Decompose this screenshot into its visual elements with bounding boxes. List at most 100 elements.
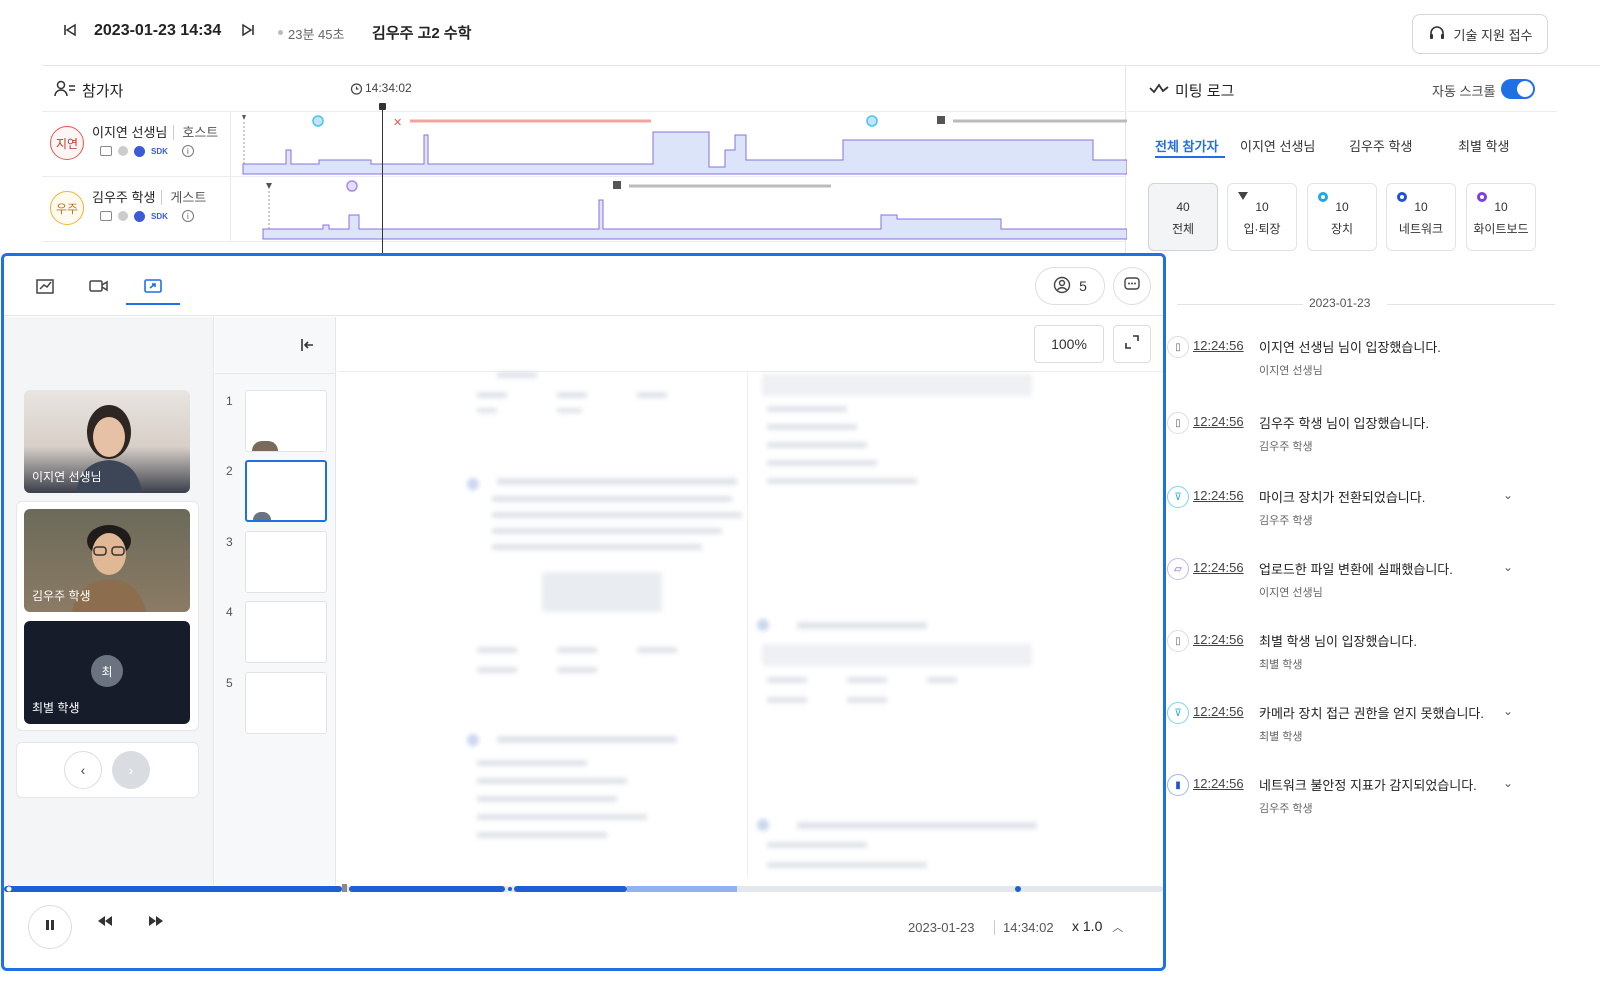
log-entry[interactable]: ▯ 12:24:56 최별 학생 님이 입장했습니다. 최별 학생 [1167,628,1547,688]
participant-activity-track[interactable] [230,177,1128,242]
tab-screen-share[interactable] [138,274,168,298]
log-message: 이지연 선생님 님이 입장했습니다. [1259,340,1441,355]
headset-icon [1428,24,1446,45]
log-entry[interactable]: ▯ 12:24:56 김우주 학생 님이 입장했습니다. 김우주 학생 [1167,410,1547,470]
log-author: 이지연 선생님 [1259,365,1323,377]
log-date-divider: 2023-01-23 [1177,296,1557,310]
auto-scroll-toggle[interactable] [1501,79,1535,99]
log-time[interactable]: 12:24:56 [1193,560,1244,575]
log-entry[interactable]: ⊽ 12:24:56 카메라 장치 접근 권한을 얻지 못했습니다. 최별 학생… [1167,700,1547,760]
chevron-left-icon[interactable]: ‹ [64,751,102,789]
info-icon[interactable]: i [181,210,194,222]
shared-document-view[interactable]: 100% [337,317,1163,885]
playback-speed-button[interactable]: x 1.0 ︿ [1072,918,1123,935]
filter-count: 10 [1494,200,1508,214]
device-icons: SDK i [100,145,194,157]
fullscreen-button[interactable] [1113,325,1151,363]
video-column: 이지연 선생님 김우주 학생 최 최별 학생 ‹ › [4,317,214,885]
page-number: 2 [226,464,233,478]
playback-progress-bar[interactable] [4,881,1163,894]
participant-activity-track[interactable]: ✕ [230,112,1128,177]
whiteboard-dot-icon [1477,192,1487,202]
fast-forward-icon [149,916,163,926]
avatar: 최 [91,655,123,687]
fast-forward-button[interactable] [147,914,165,931]
participant-name-text: 김우주 학생 [92,190,156,205]
tab-teacher[interactable]: 이지연 선생님 [1240,136,1315,155]
log-entry[interactable]: ▯ 12:24:56 이지연 선생님 님이 입장했습니다. 이지연 선생님 [1167,334,1547,394]
filter-network[interactable]: 10 네트워크 [1386,183,1456,251]
participant-role: 게스트 [161,190,207,205]
triangle-icon [1238,192,1248,200]
filter-device[interactable]: 10 장치 [1307,183,1377,251]
log-time[interactable]: 12:24:56 [1193,414,1244,429]
door-icon: ▯ [1167,336,1189,358]
page-thumbnail[interactable] [245,531,327,593]
file-icon: ▱ [1167,558,1189,580]
log-message: 카메라 장치 접근 권한을 얻지 못했습니다. [1259,706,1484,721]
log-entry[interactable]: ▱ 12:24:56 업로드한 파일 변환에 실패했습니다. 이지연 선생님 ⌄ [1167,556,1547,616]
video-tile-student-choi[interactable]: 최 최별 학생 [24,621,190,724]
log-time[interactable]: 12:24:56 [1193,488,1244,503]
log-time[interactable]: 12:24:56 [1193,338,1244,353]
collapse-panel-icon[interactable] [299,337,315,358]
participants-icon [54,80,76,103]
video-tile-student-kim[interactable]: 김우주 학생 [24,509,190,612]
tab-video[interactable] [84,274,114,298]
timeline-playhead[interactable] [382,104,383,256]
log-entry[interactable]: ▮ 12:24:56 네트워크 불안정 지표가 감지되었습니다. 김우주 학생 … [1167,772,1547,832]
door-icon: ▯ [1167,630,1189,652]
network-dot-icon [1397,192,1407,202]
device-switch-icon: ⊽ [1167,702,1189,724]
chevron-right-icon[interactable]: › [112,751,150,789]
tab-student-kim[interactable]: 김우주 학생 [1349,136,1412,155]
zoom-level-button[interactable]: 100% [1034,325,1104,363]
filter-join-leave[interactable]: 10 입·퇴장 [1227,183,1297,251]
browser-icon [134,210,145,222]
tech-support-label: 기술 지원 접수 [1453,27,1533,43]
log-time[interactable]: 12:24:56 [1193,632,1244,647]
filter-name: 장치 [1330,222,1354,236]
tablet-icon [100,146,112,156]
log-entry[interactable]: ⊽ 12:24:56 마이크 장치가 전환되었습니다. 김우주 학생 ⌄ [1167,484,1547,544]
divider [215,373,336,374]
video-tile-teacher[interactable]: 이지연 선생님 [24,390,190,493]
page-thumbnail[interactable] [245,601,327,663]
page-thumbnail[interactable] [245,390,327,452]
chevron-down-icon[interactable]: ⌄ [1503,560,1513,574]
skip-end-icon[interactable] [240,22,256,43]
tab-all-participants[interactable]: 전체 참가자 [1155,136,1218,155]
filter-whiteboard[interactable]: 10 화이트보드 [1466,183,1536,251]
chevron-up-icon: ︿ [1112,922,1124,934]
video-group: 김우주 학생 최 최별 학생 [16,501,199,731]
video-name-label: 김우주 학생 [32,589,91,603]
chevron-down-icon[interactable]: ⌄ [1503,776,1513,790]
meeting-log-header: 미팅 로그 자동 스크롤 [1127,66,1557,112]
avatar: 우주 [50,191,84,225]
tab-student-choi[interactable]: 최별 학생 [1458,136,1509,155]
divider-line [1387,304,1555,305]
apple-icon [118,211,128,221]
page-thumbnail-active[interactable] [245,460,327,522]
tech-support-button[interactable]: 기술 지원 접수 [1412,14,1548,54]
participant-count-button[interactable]: 5 [1035,267,1105,305]
page-thumbnail[interactable] [245,672,327,734]
chat-button[interactable] [1113,267,1151,305]
device-switch-icon: ⊽ [1167,486,1189,508]
playback-date: 2023-01-23 [908,920,975,935]
tab-analytics[interactable] [30,274,60,298]
log-author: 김우주 학생 [1259,441,1313,453]
filter-all[interactable]: 40 전체 [1148,183,1218,251]
log-date: 2023-01-23 [1309,296,1371,310]
device-dot-icon [1318,192,1328,202]
chevron-down-icon[interactable]: ⌄ [1503,488,1513,502]
playhead-handle[interactable] [379,103,386,110]
participant-name-text: 이지연 선생님 [92,125,168,140]
log-time[interactable]: 12:24:56 [1193,776,1244,791]
rewind-button[interactable] [96,914,114,931]
info-icon[interactable]: i [181,145,194,157]
log-time[interactable]: 12:24:56 [1193,704,1244,719]
chevron-down-icon[interactable]: ⌄ [1503,704,1513,718]
pause-button[interactable] [28,905,72,949]
skip-start-icon[interactable] [62,22,78,43]
